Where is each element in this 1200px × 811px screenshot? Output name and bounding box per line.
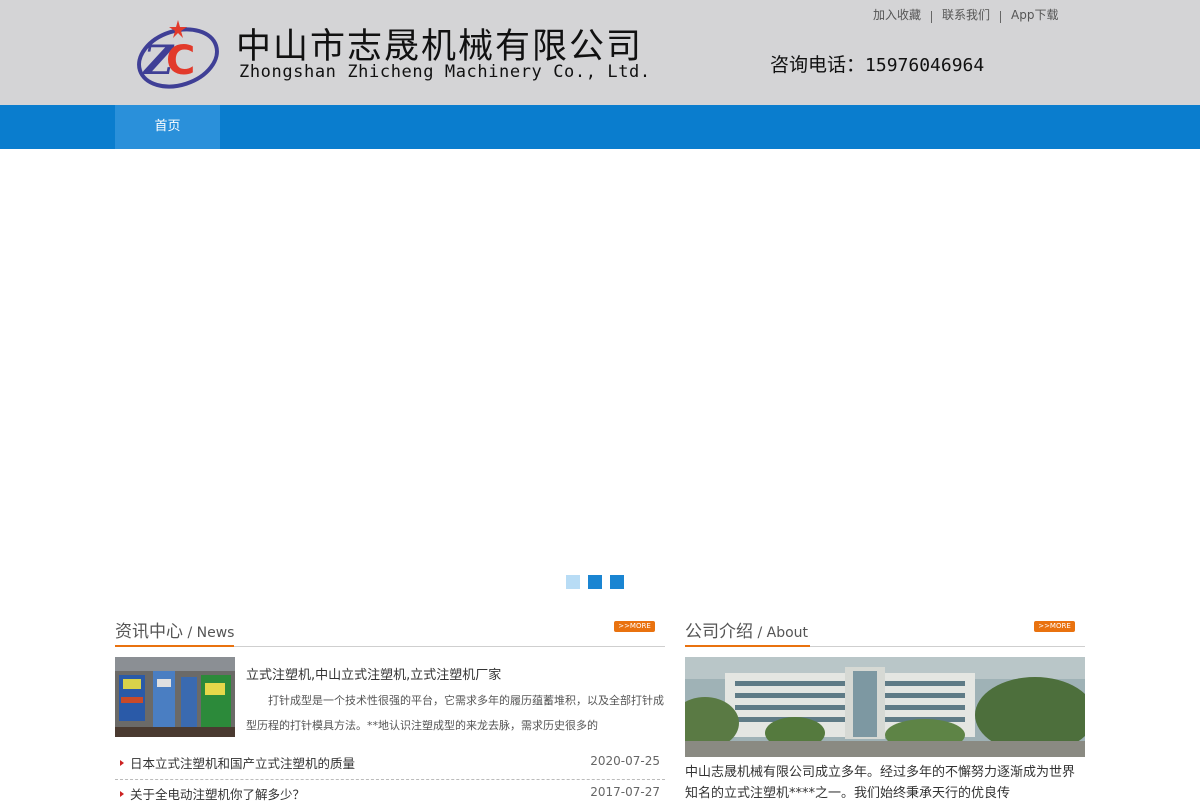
contact-us-link[interactable]: 联系我们 (942, 8, 990, 22)
bullet-icon (120, 791, 124, 797)
news-list-item[interactable]: 关于全电动注塑机你了解多少？ 2017-07-27 (115, 781, 665, 811)
slider-dot-3[interactable] (610, 575, 624, 589)
about-section-title: 公司介绍 / About (685, 617, 808, 642)
news-thumbnail-image[interactable] (115, 657, 235, 737)
app-download-link[interactable]: App下载 (1011, 8, 1058, 22)
company-logo[interactable]: Z C (132, 16, 222, 90)
company-name-en: Zhongshan Zhicheng Machinery Co., Ltd. (239, 62, 651, 82)
news-item-title[interactable]: 日本立式注塑机和国产立式注塑机的质量 (130, 753, 355, 772)
about-intro-text: 中山志晟机械有限公司成立多年。经过多年的不懈努力逐渐成为世界知名的立式注塑机**… (685, 765, 1076, 801)
about-accent-bar (685, 645, 810, 647)
news-more-button[interactable]: >>MORE (614, 621, 655, 632)
site-header: Z C 中山市志晟机械有限公司 Zhongshan Zhicheng Machi… (0, 0, 1200, 105)
news-item-title[interactable]: 关于全电动注塑机你了解多少？ (130, 784, 305, 803)
news-section-title: 资讯中心 / News (115, 617, 234, 642)
about-more-button[interactable]: >>MORE (1034, 621, 1075, 632)
news-list-item[interactable]: 日本立式注塑机和国产立式注塑机的质量 2020-07-25 (115, 750, 665, 780)
about-title-en: / About (753, 625, 809, 641)
consult-phone: 咨询电话：15976046964 (770, 50, 984, 77)
news-item-date: 2017-07-27 (590, 785, 660, 799)
slider-dot-2[interactable] (588, 575, 602, 589)
link-divider (1000, 11, 1002, 23)
about-title-cn: 公司介绍 (685, 622, 753, 642)
slider-dot-1[interactable] (566, 575, 580, 589)
row-divider (115, 779, 665, 780)
main-nav: 首页 (0, 105, 1200, 149)
featured-news-summary: 打针成型是一个技术性很强的平台，它需求多年的履历蕴蓄堆积，以及全部打针成型历程的… (246, 694, 664, 732)
bullet-icon (120, 760, 124, 766)
news-item-date: 2020-07-25 (590, 754, 660, 768)
banner-slider (0, 149, 1200, 604)
link-divider (931, 11, 933, 23)
nav-item-home[interactable]: 首页 (115, 105, 220, 149)
featured-news-title[interactable]: 立式注塑机,中山立式注塑机,立式注塑机厂家 (246, 664, 501, 683)
news-title-en: / News (183, 625, 235, 641)
phone-number: 15976046964 (865, 55, 985, 76)
news-title-cn: 资讯中心 (115, 622, 183, 642)
news-accent-bar (115, 645, 234, 647)
top-links: 加入收藏 联系我们 App下载 (873, 6, 1058, 23)
company-building-image[interactable] (685, 657, 1085, 757)
phone-label: 咨询电话： (770, 54, 866, 76)
svg-text:C: C (166, 38, 195, 84)
add-favorite-link[interactable]: 加入收藏 (873, 8, 921, 22)
